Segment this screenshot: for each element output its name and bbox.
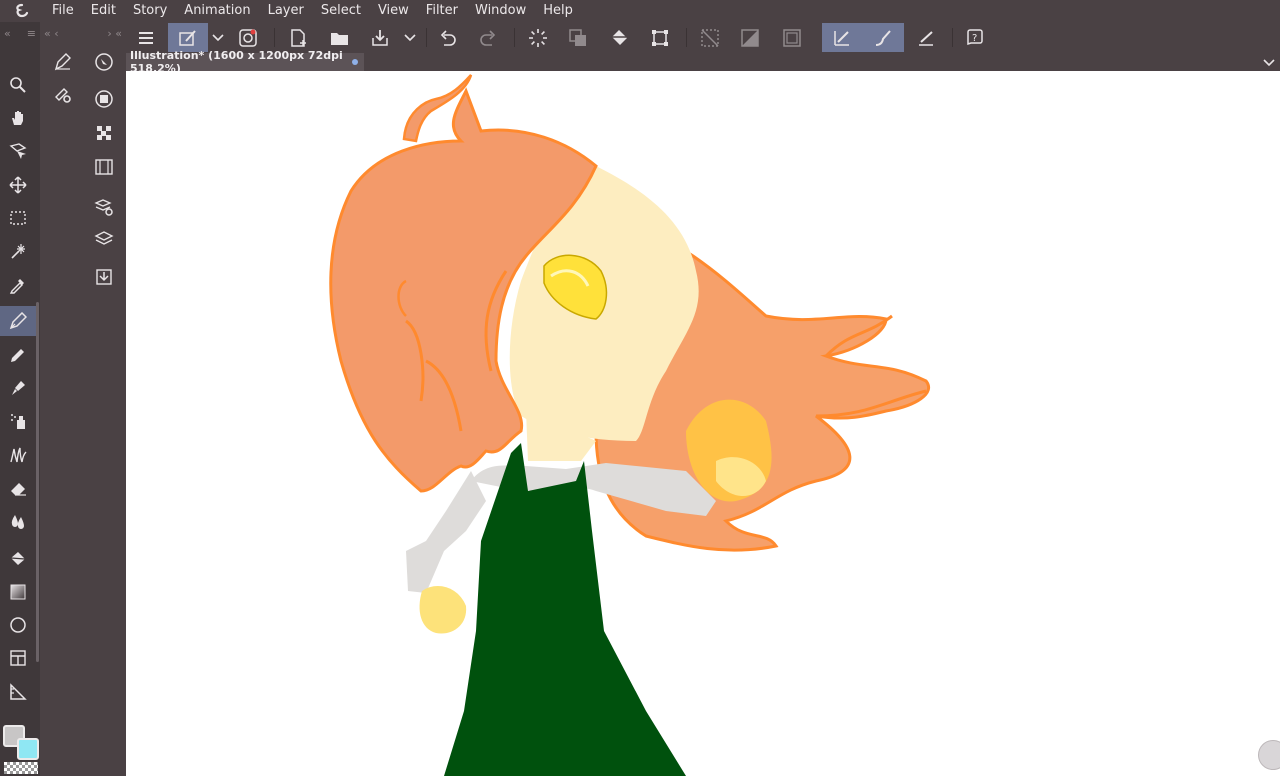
material-icon[interactable] [88,118,120,148]
eraser-icon[interactable] [0,473,36,503]
undo-icon[interactable] [430,23,466,52]
collapse-icon[interactable]: « [4,27,11,40]
tool-property-icon[interactable] [47,80,79,110]
drawing-canvas[interactable] [126,71,1280,776]
brush-icon[interactable] [0,373,36,403]
open-folder-icon[interactable] [322,23,358,52]
blend-icon[interactable] [0,506,36,536]
transparent-color-swatch[interactable] [4,762,38,774]
navigator-icon[interactable] [88,47,120,77]
show-selection-icon[interactable] [774,23,810,52]
pen-snap-icon[interactable] [822,23,862,52]
dropdown-icon[interactable] [208,23,228,52]
pencil-icon[interactable] [0,340,36,370]
collapse-left-icon[interactable]: « ‹ [44,27,59,40]
menu-window[interactable]: Window [467,0,535,22]
document-tab[interactable]: Illustration* (1600 x 1200px 72dpi 518.2… [126,49,364,75]
eyedropper-icon[interactable] [0,270,36,300]
auto-select-icon[interactable] [0,236,36,266]
sub-color-swatch[interactable] [17,738,39,760]
menu-select[interactable]: Select [313,0,370,22]
fill-bucket-icon[interactable] [0,544,36,574]
deselect-icon[interactable] [692,23,728,52]
menu-layer[interactable]: Layer [260,0,313,22]
move-layer-icon[interactable] [0,170,36,200]
loading-icon[interactable] [520,23,556,52]
transform-icon[interactable] [642,23,678,52]
timeline-icon[interactable] [88,152,120,182]
save-dropdown-icon[interactable] [400,23,420,52]
palette-dock-header: « ‹ › « [40,22,126,44]
new-file-icon[interactable] [280,23,316,52]
tool-scrollbar[interactable] [36,302,39,662]
ruler-snap-icon[interactable] [908,23,944,52]
color-circle-icon[interactable] [88,84,120,114]
redo-icon[interactable] [470,23,506,52]
brush-snap-icon[interactable] [862,23,904,52]
menu-view[interactable]: View [370,0,418,22]
tool-palette-header: «≡ [0,22,40,44]
airbrush-icon[interactable] [0,406,36,436]
menu-filter[interactable]: Filter [418,0,467,22]
selection-icon[interactable] [0,203,36,233]
menu-help[interactable]: Help [535,0,582,22]
menu-animation[interactable]: Animation [176,0,259,22]
frame-icon[interactable] [0,643,36,673]
ruler-icon[interactable] [0,677,36,707]
layer-transfer-icon[interactable] [560,23,596,52]
help-icon[interactable]: ? [956,23,992,52]
pen-icon[interactable] [0,306,36,336]
palette-menu-icon[interactable]: ≡ [27,27,36,40]
operation-icon[interactable] [0,136,36,166]
canvas-navigation-handle[interactable] [1258,740,1280,770]
edit-pen-icon[interactable] [168,23,208,52]
tab-list-chevron-icon[interactable] [1262,55,1276,69]
sub-tool-icon[interactable] [47,47,79,77]
close-tab-icon[interactable] [352,59,358,65]
menu-edit[interactable]: Edit [83,0,125,22]
hand-icon[interactable] [0,103,36,133]
gradient-icon[interactable] [0,577,36,607]
tool-palette: «≡ [0,22,40,776]
illustration-artwork [329,74,930,776]
menu-bar: File Edit Story Animation Layer Select V… [0,0,1280,22]
svg-text:?: ? [972,33,977,44]
collapse-right-icon[interactable]: › « [107,27,122,40]
menu-file[interactable]: File [44,0,83,22]
invert-selection-icon[interactable] [732,23,768,52]
app-logo-icon[interactable] [0,0,44,22]
save-icon[interactable] [362,23,398,52]
palette-dock: « ‹ › « [40,22,126,776]
auto-action-icon[interactable] [88,262,120,292]
figure-icon[interactable] [0,610,36,640]
document-tab-bar: Illustration* (1600 x 1200px 72dpi 518.2… [126,49,1280,75]
layer-property-icon[interactable] [88,192,120,222]
layer-icon[interactable] [88,224,120,254]
menu-story[interactable]: Story [125,0,176,22]
fill-icon[interactable] [602,23,638,52]
companion-icon[interactable] [230,23,266,52]
menu-icon[interactable] [128,23,164,52]
zoom-icon[interactable] [0,70,36,100]
decoration-icon[interactable] [0,440,36,470]
